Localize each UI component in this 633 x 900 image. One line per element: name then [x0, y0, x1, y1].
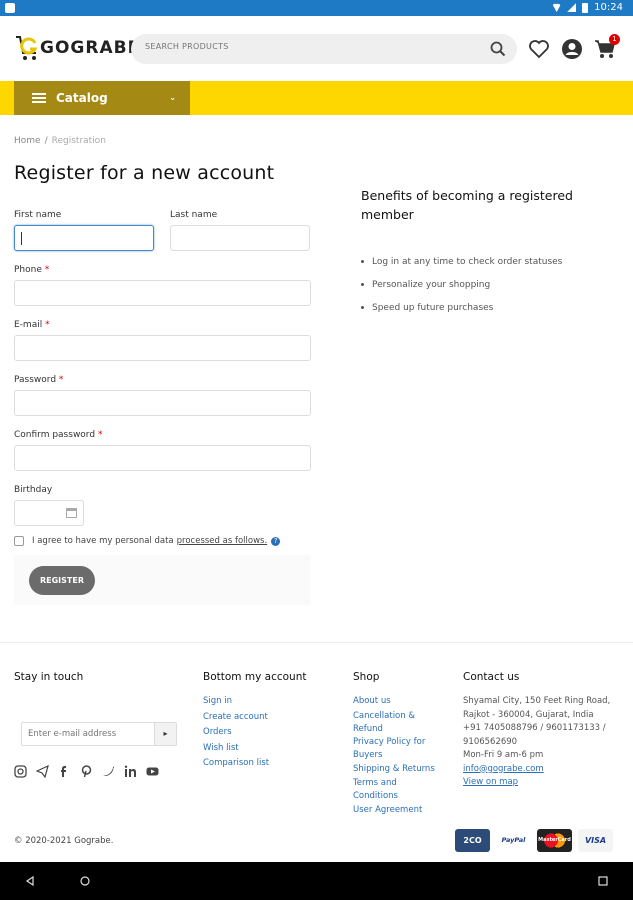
- site-logo[interactable]: GOGRABE: [14, 33, 140, 63]
- search-icon[interactable]: [489, 40, 507, 58]
- wifi-icon: [552, 3, 562, 12]
- last-name-field[interactable]: [170, 225, 310, 251]
- email-label: E-mail *: [14, 320, 50, 330]
- catalog-label: Catalog: [56, 91, 108, 105]
- contact-info: Shyamal City, 150 Feet Ring Road, Rajkot…: [463, 695, 613, 790]
- benefit-item: Log in at any time to check order status…: [361, 250, 562, 273]
- cart-count-badge: 1: [609, 34, 620, 45]
- email-field[interactable]: [14, 335, 311, 361]
- search-bar: [131, 34, 517, 64]
- catalog-bar: Catalog ⌄: [0, 81, 633, 115]
- instagram-icon[interactable]: [14, 765, 27, 778]
- breadcrumb-home[interactable]: Home: [14, 136, 41, 146]
- account-heading: Bottom my account: [203, 671, 307, 683]
- logo-cart-icon: [16, 36, 38, 60]
- footer-link[interactable]: Privacy Policy for Buyers: [353, 736, 438, 762]
- system-nav-bar: [0, 862, 633, 900]
- visa-payment-icon: VISA: [578, 829, 613, 852]
- password-label: Password *: [14, 375, 64, 385]
- agree-consent: I agree to have my personal data process…: [14, 536, 281, 546]
- phone-label: Phone *: [14, 265, 50, 275]
- 2co-payment-icon: 2CO: [455, 829, 490, 852]
- app-notification-icon: [5, 3, 15, 13]
- breadcrumb-current: Registration: [51, 136, 106, 146]
- account-icon[interactable]: [561, 38, 583, 60]
- mastercard-payment-icon: MasterCard: [537, 829, 572, 852]
- phone-field[interactable]: [14, 280, 311, 306]
- confirm-password-label: Confirm password *: [14, 430, 103, 440]
- birthday-label: Birthday: [14, 485, 53, 495]
- wishlist-heart-icon[interactable]: [528, 38, 550, 60]
- footer-link[interactable]: Comparison list: [203, 756, 269, 772]
- shop-links: About us Cancellation & Refund Privacy P…: [353, 694, 438, 819]
- footer-link[interactable]: Cancellation & Refund: [353, 710, 438, 736]
- paypal-payment-icon: PayPal: [496, 829, 531, 852]
- agree-text: I agree to have my personal data: [32, 536, 174, 546]
- confirm-password-field[interactable]: [14, 445, 311, 471]
- birthday-field[interactable]: [14, 500, 84, 526]
- shop-heading: Shop: [353, 671, 380, 683]
- breadcrumb-separator: /: [44, 136, 48, 146]
- subscribe-button[interactable]: ▸: [154, 723, 176, 745]
- battery-icon: [582, 2, 589, 13]
- chevron-down-icon: ⌄: [169, 93, 176, 102]
- view-on-map-link[interactable]: View on map: [463, 776, 613, 790]
- facebook-icon[interactable]: [58, 765, 71, 778]
- agree-checkbox[interactable]: [14, 536, 24, 546]
- pinterest-icon[interactable]: [80, 765, 93, 778]
- contact-address: Shyamal City, 150 Feet Ring Road, Rajkot…: [463, 696, 611, 720]
- footer-link[interactable]: Create account: [203, 710, 269, 726]
- site-header: GOGRABE 1: [0, 16, 633, 80]
- footer-link[interactable]: Shipping & Returns: [353, 762, 438, 778]
- privacy-link[interactable]: processed as follows.: [177, 536, 268, 546]
- social-links: [14, 765, 159, 778]
- subscribe-form: ▸: [21, 722, 177, 746]
- contact-email-link[interactable]: info@gograbe.com: [463, 763, 613, 777]
- signal-icon: [567, 3, 577, 12]
- catalog-menu-button[interactable]: Catalog ⌄: [14, 81, 190, 115]
- copyright: © 2020-2021 Gograbe.: [14, 836, 114, 846]
- password-field[interactable]: [14, 390, 311, 416]
- benefit-item: Speed up future purchases: [361, 296, 562, 319]
- account-links: Sign in Create account Orders Wish list …: [203, 694, 269, 772]
- logo-text: GOGRABE: [40, 38, 141, 58]
- status-bar: 10:24: [0, 0, 633, 16]
- last-name-label: Last name: [170, 210, 218, 220]
- hamburger-icon: [32, 93, 46, 103]
- benefit-item: Personalize your shopping: [361, 273, 562, 296]
- payment-methods: 2CO PayPal MasterCard VISA: [455, 829, 613, 852]
- search-input[interactable]: [145, 42, 475, 51]
- telegram-icon[interactable]: [36, 765, 49, 778]
- footer-link[interactable]: About us: [353, 694, 438, 710]
- subscribe-email-input[interactable]: [28, 729, 148, 739]
- footer-link[interactable]: User Agreement: [353, 803, 438, 819]
- recents-icon[interactable]: [598, 876, 608, 886]
- home-icon[interactable]: [80, 876, 90, 886]
- first-name-label: First name: [14, 210, 62, 220]
- contact-hours: Mon-Fri 9 am-6 pm: [463, 750, 544, 760]
- youtube-icon[interactable]: [146, 765, 159, 778]
- benefits-title: Benefits of becoming a registered member: [361, 188, 573, 222]
- breadcrumb: Home / Registration: [14, 136, 106, 146]
- benefits-list: Log in at any time to check order status…: [361, 250, 562, 319]
- stay-in-touch-heading: Stay in touch: [14, 671, 84, 683]
- register-button[interactable]: REGISTER: [29, 566, 95, 595]
- footer-divider: [0, 642, 633, 643]
- footer-link[interactable]: Terms and Conditions: [353, 777, 438, 803]
- calendar-icon[interactable]: [66, 508, 77, 518]
- text-caret: [21, 232, 22, 245]
- status-time: 10:24: [594, 2, 623, 13]
- back-icon[interactable]: [25, 876, 35, 886]
- twitter-icon[interactable]: [102, 765, 115, 778]
- info-icon[interactable]: ?: [271, 536, 281, 546]
- contact-phones: +91 7405088796 / 9601173133 / 9106562690: [463, 723, 606, 747]
- first-name-field[interactable]: [14, 225, 154, 251]
- page-title: Register for a new account: [14, 162, 275, 184]
- contact-heading: Contact us: [463, 671, 520, 683]
- footer-link[interactable]: Wish list: [203, 741, 269, 757]
- linkedin-icon[interactable]: [124, 765, 137, 778]
- footer-link[interactable]: Sign in: [203, 694, 269, 710]
- footer-link[interactable]: Orders: [203, 725, 269, 741]
